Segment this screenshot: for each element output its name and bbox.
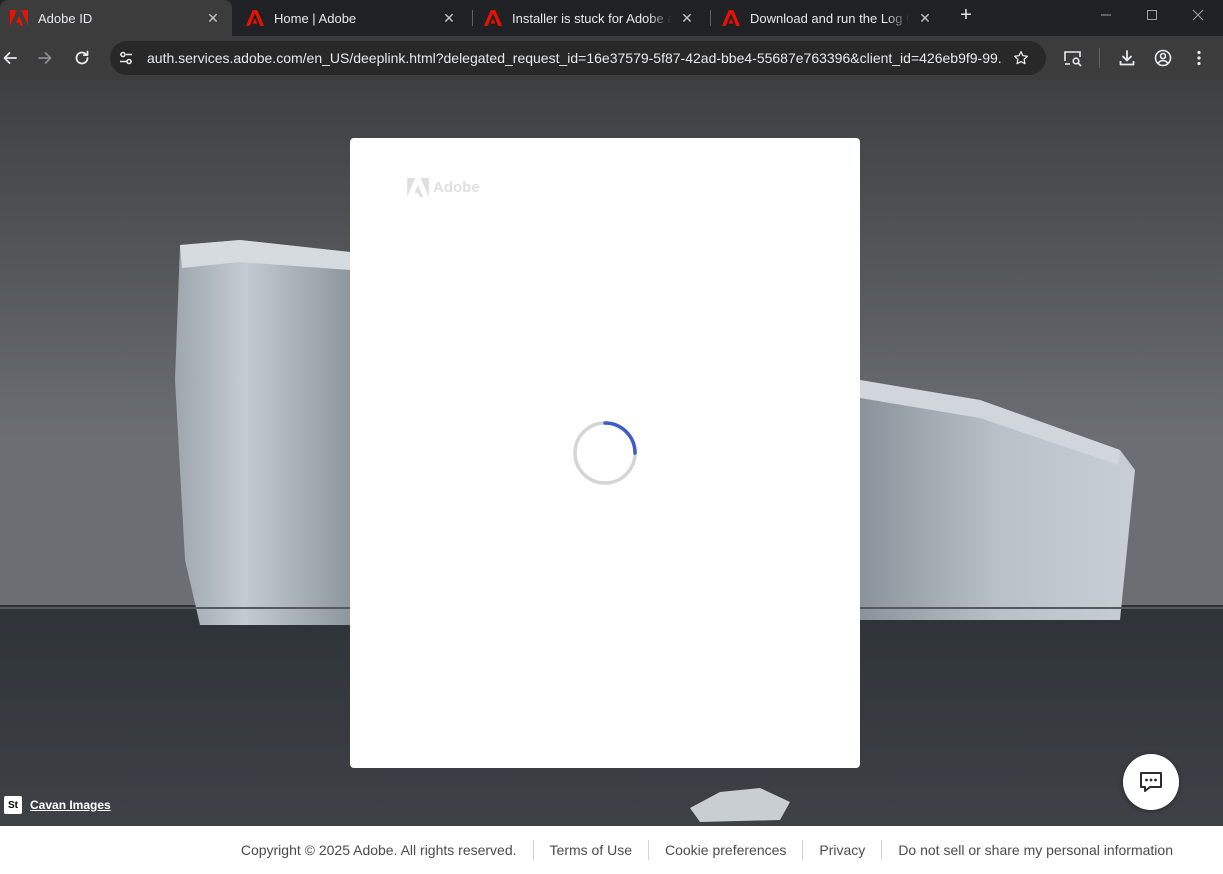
- copyright-text: Copyright © 2025 Adobe. All rights reser…: [240, 842, 517, 858]
- maximize-icon[interactable]: [1129, 0, 1175, 30]
- reload-button[interactable]: [68, 44, 96, 72]
- account-circle-icon: [1154, 49, 1172, 67]
- tab-title: Installer is stuck for Adobe apps: [512, 10, 672, 26]
- tab-strip: Adobe ID ✕ Home | Adobe ✕ Installer is s…: [0, 0, 1223, 36]
- adobe-logo-icon: [246, 10, 264, 26]
- arrow-right-icon: [38, 52, 52, 64]
- arrow-left-icon: [3, 52, 17, 64]
- tab-installer-stuck[interactable]: Installer is stuck for Adobe apps ✕: [474, 0, 706, 36]
- address-bar[interactable]: auth.services.adobe.com/en_US/deeplink.h…: [110, 41, 1046, 75]
- privacy-link[interactable]: Privacy: [802, 840, 881, 860]
- adobe-logo-icon: [407, 178, 429, 197]
- page-footer: Copyright © 2025 Adobe. All rights reser…: [0, 826, 1223, 874]
- close-icon[interactable]: ✕: [678, 9, 696, 27]
- adobe-logo-icon: [722, 10, 740, 26]
- menu-button[interactable]: [1185, 44, 1213, 72]
- adobe-wordmark: Adobe: [433, 179, 480, 196]
- adobe-logo-icon: [484, 10, 502, 26]
- star-icon: [1013, 50, 1029, 65]
- tab-title: Adobe ID: [38, 10, 93, 26]
- cast-button[interactable]: [1059, 44, 1087, 72]
- cast-search-icon: [1064, 51, 1082, 67]
- site-info-button[interactable]: [112, 44, 140, 72]
- minimize-icon[interactable]: [1083, 0, 1129, 30]
- adobe-logo-icon: [10, 10, 28, 26]
- tab-title: Download and run the Log Collector: [750, 10, 910, 26]
- chat-button[interactable]: [1123, 754, 1179, 810]
- tab-separator: [710, 10, 711, 26]
- tab-separator: [472, 10, 473, 26]
- browser-toolbar: auth.services.adobe.com/en_US/deeplink.h…: [0, 36, 1223, 80]
- cookie-preferences-link[interactable]: Cookie preferences: [648, 840, 802, 860]
- photo-credit-link[interactable]: Cavan Images: [30, 798, 111, 812]
- close-icon[interactable]: ✕: [916, 9, 934, 27]
- loading-spinner: [573, 421, 637, 485]
- terms-of-use-link[interactable]: Terms of Use: [532, 840, 648, 860]
- new-tab-button[interactable]: +: [954, 3, 978, 27]
- adobe-brand: Adobe: [407, 178, 480, 197]
- back-button[interactable]: [0, 44, 24, 72]
- chat-bubble-icon: [1140, 772, 1162, 792]
- profile-button[interactable]: [1149, 44, 1177, 72]
- sign-in-card: Adobe: [350, 138, 860, 768]
- tab-log-collector[interactable]: Download and run the Log Collector ✕: [712, 0, 944, 36]
- tab-adobe-id[interactable]: Adobe ID ✕: [0, 0, 232, 36]
- download-button[interactable]: [1113, 44, 1141, 72]
- forward-button[interactable]: [31, 44, 59, 72]
- url-text[interactable]: auth.services.adobe.com/en_US/deeplink.h…: [147, 50, 1003, 66]
- reload-icon: [75, 50, 89, 65]
- tab-title: Home | Adobe: [274, 10, 357, 26]
- close-icon[interactable]: ✕: [440, 9, 458, 27]
- close-icon[interactable]: ✕: [204, 9, 222, 27]
- tab-home-adobe[interactable]: Home | Adobe ✕: [236, 0, 468, 36]
- kebab-menu-icon: [1197, 50, 1201, 66]
- window-close-icon[interactable]: [1175, 0, 1221, 30]
- do-not-sell-link[interactable]: Do not sell or share my personal informa…: [881, 840, 1189, 860]
- photo-credit: St Cavan Images: [4, 796, 111, 814]
- adobe-stock-badge: St: [4, 796, 22, 814]
- bookmark-button[interactable]: [1008, 45, 1034, 71]
- page-viewport: Adobe St Cavan Images Copyright © 2025 A…: [0, 80, 1223, 874]
- download-icon: [1119, 50, 1135, 66]
- toolbar-divider: [1099, 48, 1100, 68]
- tune-icon: [120, 51, 132, 65]
